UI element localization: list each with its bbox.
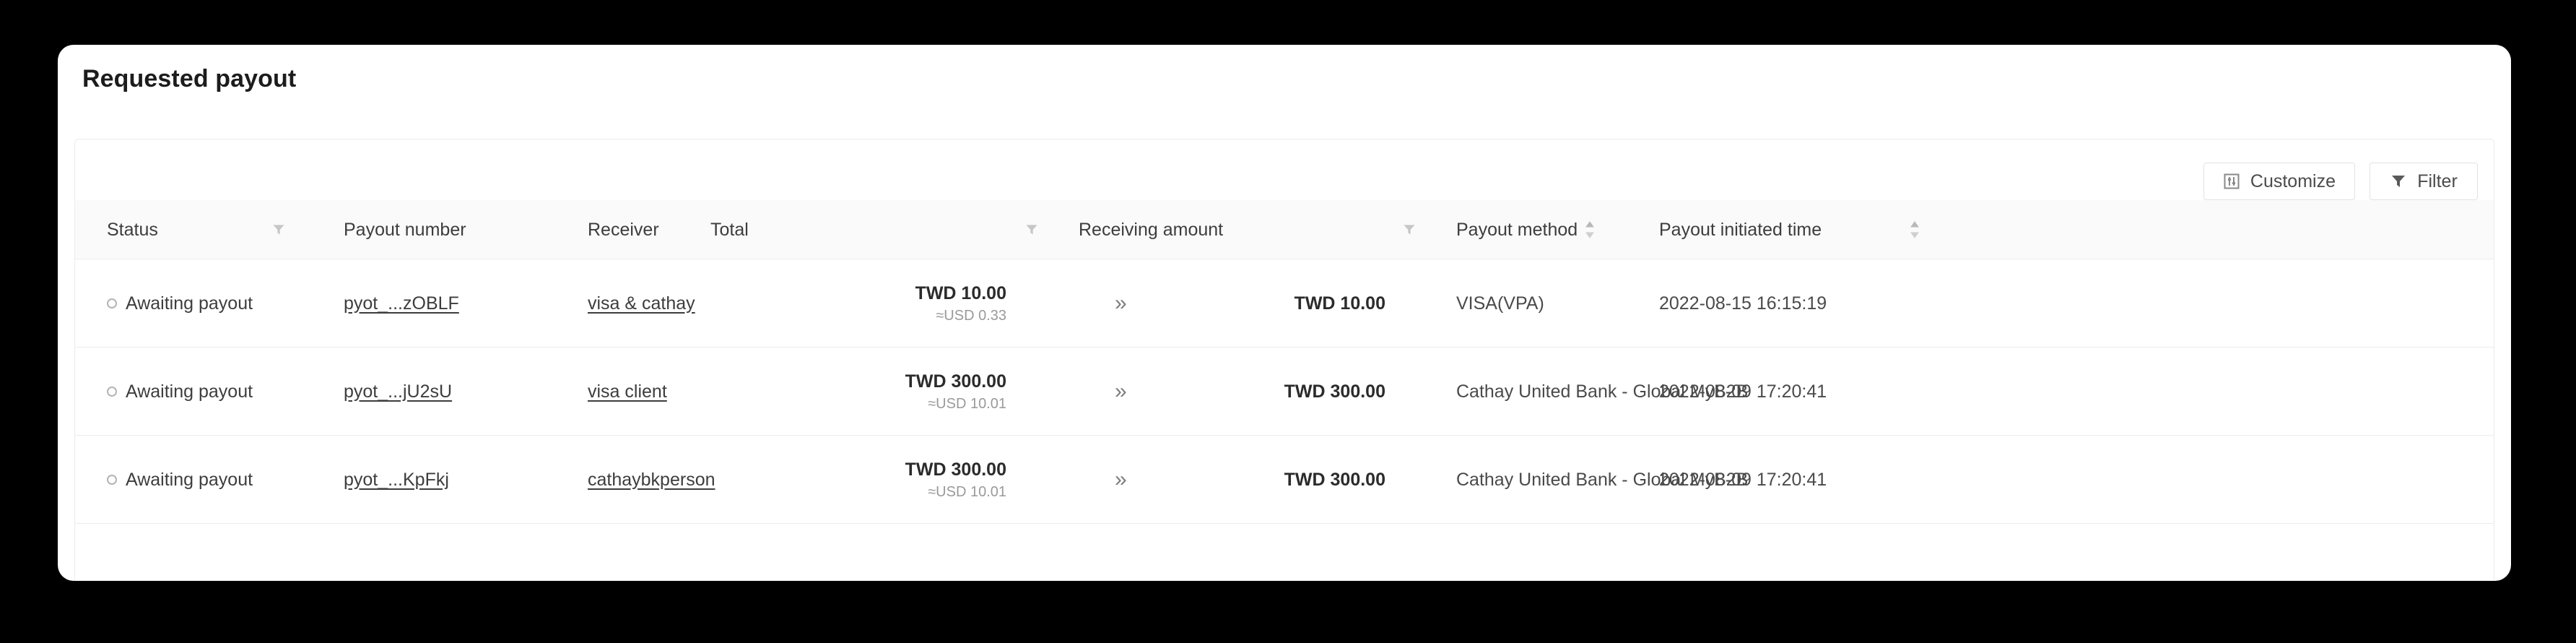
status-badge: Awaiting payout — [126, 469, 253, 490]
status-badge: Awaiting payout — [126, 293, 253, 314]
payout-initiated-time-value: 2022-08-09 17:20:41 — [1659, 381, 1827, 402]
cell-payout-number: pyot_...jU2sU — [344, 348, 452, 436]
customize-button-label: Customize — [2250, 171, 2336, 191]
filter-funnel-icon[interactable] — [271, 223, 286, 237]
receiving-amount: TWD 300.00 — [1284, 469, 1385, 490]
cell-payout-initiated-time: 2022-08-15 16:15:19 — [1659, 259, 1827, 348]
column-header-label: Receiver — [588, 219, 659, 240]
cell-receiver: visa client — [588, 348, 667, 436]
receiver-link[interactable]: cathaybkperson — [588, 470, 715, 491]
cell-receiving-amount: TWD 300.00 — [1079, 436, 1385, 524]
column-header-receiving[interactable]: Receiving amount — [1079, 200, 1223, 259]
status-dot-icon — [107, 298, 117, 308]
table-header-row: Status Payout number Receiver Total Receivin… — [75, 200, 2494, 259]
column-header-status[interactable]: Status — [107, 200, 158, 259]
receiver-link[interactable]: visa client — [588, 381, 667, 402]
cell-payout-number: pyot_...KpFkj — [344, 436, 449, 524]
table-toolbar: Customize Filter — [2203, 163, 2478, 200]
payout-initiated-time-value: 2022-08-09 17:20:41 — [1659, 469, 1827, 490]
page-title: Requested payout — [82, 65, 297, 92]
column-header-label: Payout method — [1456, 219, 1578, 240]
cell-receiving-amount: TWD 300.00 — [1079, 348, 1385, 436]
column-header-initiated[interactable]: Payout initiated time — [1659, 200, 1822, 259]
cell-payout-method: VISA(VPA) — [1456, 259, 1544, 348]
cell-receiver: visa & cathay — [588, 259, 695, 348]
cell-status: Awaiting payout — [107, 436, 253, 524]
cell-payout-initiated-time: 2022-08-09 17:20:41 — [1659, 348, 1827, 436]
cell-payout-number: pyot_...zOBLF — [344, 259, 459, 348]
total-amount-usd-equivalent: ≈USD 10.01 — [928, 483, 1006, 500]
sort-arrows-icon[interactable] — [1909, 220, 1920, 239]
cell-total: TWD 300.00 ≈USD 10.01 — [710, 348, 1006, 436]
sort-arrows-icon[interactable] — [1584, 220, 1596, 239]
column-header-label: Payout initiated time — [1659, 219, 1822, 240]
total-amount: TWD 300.00 — [905, 371, 1006, 392]
payout-number-link[interactable]: pyot_...jU2sU — [344, 381, 452, 402]
cell-status: Awaiting payout — [107, 259, 253, 348]
filter-button[interactable]: Filter — [2370, 163, 2478, 200]
cell-receiver: cathaybkperson — [588, 436, 715, 524]
cell-payout-initiated-time: 2022-08-09 17:20:41 — [1659, 436, 1827, 524]
filter-funnel-icon[interactable] — [1024, 223, 1039, 237]
cell-receiving-amount: TWD 10.00 — [1079, 259, 1385, 348]
column-header-payout_number[interactable]: Payout number — [344, 200, 466, 259]
column-header-label: Status — [107, 219, 158, 240]
total-amount: TWD 300.00 — [905, 459, 1006, 480]
customize-button[interactable]: Customize — [2203, 163, 2355, 200]
column-header-method[interactable]: Payout method — [1456, 200, 1578, 259]
cell-total: TWD 10.00 ≈USD 0.33 — [710, 259, 1006, 348]
payout-number-link[interactable]: pyot_...KpFkj — [344, 470, 449, 491]
column-header-label: Receiving amount — [1079, 219, 1224, 240]
requested-payout-card: Requested payout Customize Filter Status… — [58, 45, 2511, 581]
table-row[interactable]: Awaiting payout pyot_...zOBLF visa & catha… — [75, 259, 2494, 348]
status-badge: Awaiting payout — [126, 381, 253, 402]
payout-initiated-time-value: 2022-08-15 16:15:19 — [1659, 293, 1827, 314]
column-header-total[interactable]: Total — [710, 200, 749, 259]
cell-total: TWD 300.00 ≈USD 10.01 — [710, 436, 1006, 524]
receiving-amount: TWD 300.00 — [1284, 381, 1385, 402]
status-dot-icon — [107, 475, 117, 485]
payout-number-link[interactable]: pyot_...zOBLF — [344, 293, 459, 314]
column-header-label: Payout number — [344, 219, 466, 240]
total-amount: TWD 10.00 — [915, 282, 1006, 303]
receiver-link[interactable]: visa & cathay — [588, 293, 695, 314]
payout-table-container: Customize Filter Status Payout number Rece… — [74, 139, 2494, 581]
filter-button-label: Filter — [2417, 171, 2458, 191]
payout-method-value: VISA(VPA) — [1456, 293, 1544, 314]
table-row[interactable]: Awaiting payout pyot_...jU2sU visa client T… — [75, 348, 2494, 436]
total-amount-usd-equivalent: ≈USD 10.01 — [928, 395, 1006, 412]
column-header-label: Total — [710, 219, 749, 240]
cell-status: Awaiting payout — [107, 348, 253, 436]
funnel-icon — [2390, 173, 2407, 190]
total-amount-usd-equivalent: ≈USD 0.33 — [936, 307, 1006, 324]
sliders-icon — [2223, 173, 2240, 190]
filter-funnel-icon[interactable] — [1402, 223, 1417, 237]
status-dot-icon — [107, 387, 117, 397]
column-header-receiver[interactable]: Receiver — [588, 200, 659, 259]
table-row[interactable]: Awaiting payout pyot_...KpFkj cathaybkpers… — [75, 436, 2494, 524]
receiving-amount: TWD 10.00 — [1294, 293, 1385, 314]
